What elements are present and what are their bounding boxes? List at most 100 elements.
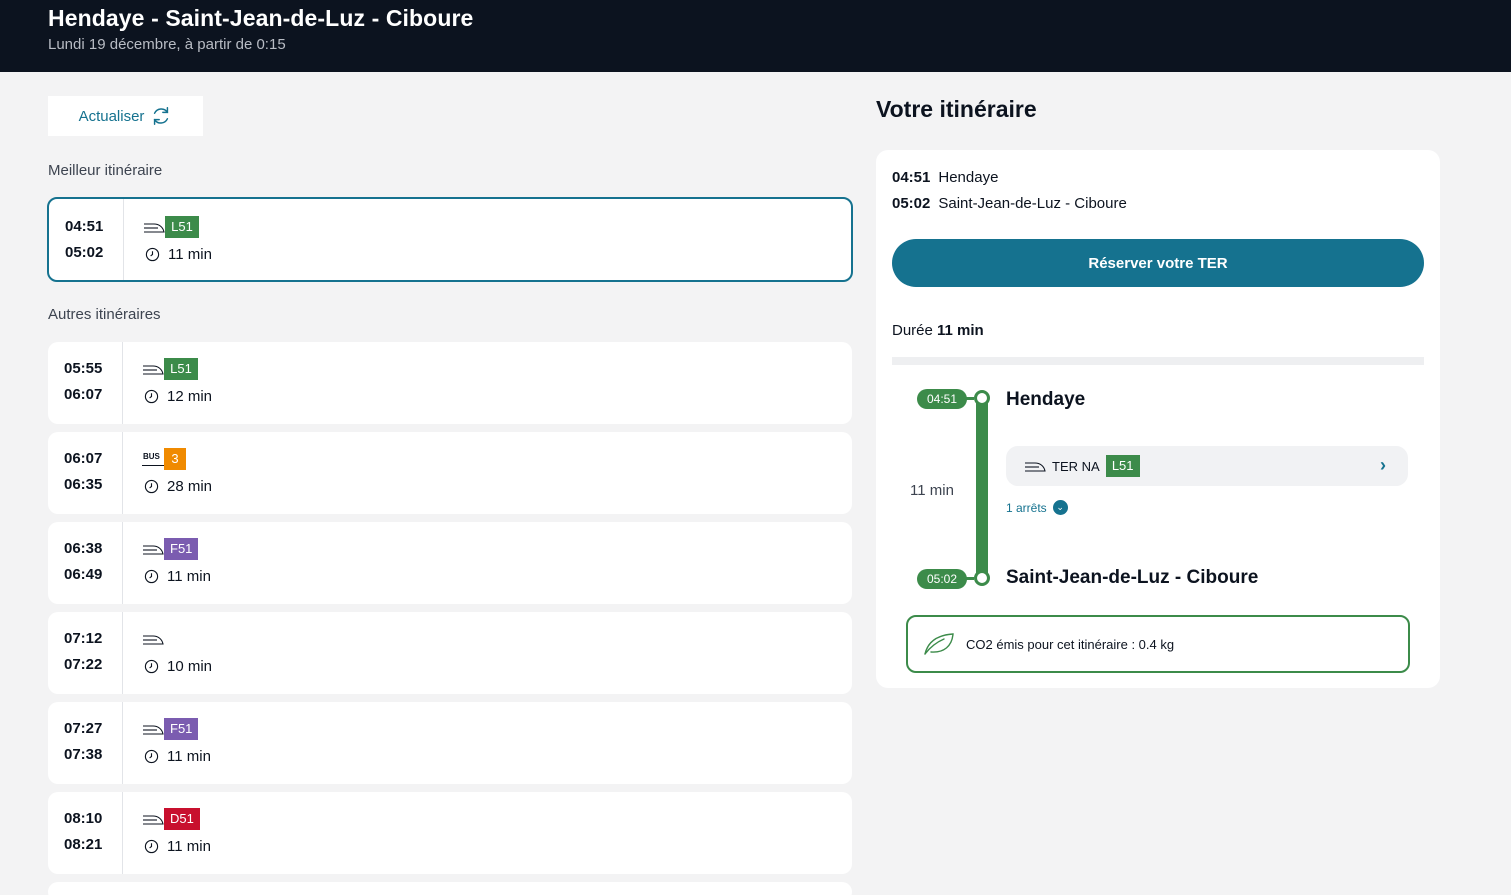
train-icon [143, 635, 164, 645]
train-icon [144, 223, 165, 233]
clock-icon [144, 569, 159, 584]
arrival-time: 06:49 [64, 566, 103, 583]
leaf-icon [924, 633, 954, 655]
train-icon [1025, 462, 1046, 472]
itinerary-times: 07:27 07:38 [48, 702, 123, 784]
itinerary-duration: 12 min [144, 388, 212, 405]
timeline-arr-time: 05:02 [917, 569, 967, 589]
other-itineraries-label: Autres itinéraires [48, 306, 161, 323]
co2-info: CO2 émis pour cet itinéraire : 0.4 kg [906, 615, 1410, 673]
itinerary-card[interactable]: 08:10 08:21 D51 11 min [48, 792, 852, 874]
divider [892, 357, 1424, 365]
page-title: Hendaye - Saint-Jean-de-Luz - Ciboure [48, 5, 474, 31]
duration-value: 11 min [937, 322, 984, 339]
page-subtitle: Lundi 19 décembre, à partir de 0:15 [48, 36, 286, 53]
line-badge: L51 [164, 358, 198, 380]
stops-label: 1 arrêts [1006, 500, 1047, 515]
arrival-time: 06:35 [64, 476, 103, 493]
itinerary-duration: 11 min [144, 748, 211, 765]
itinerary-card[interactable]: 05:55 06:07 L51 12 min [48, 342, 852, 424]
summary-departure: 04:51 Hendaye [892, 169, 998, 186]
leg-network: TER NA [1052, 458, 1100, 474]
train-icon [143, 365, 164, 375]
departure-time: 04:51 [65, 218, 104, 235]
refresh-button[interactable]: Actualiser [48, 96, 203, 136]
summary-arr-time: 05:02 [892, 195, 931, 212]
itinerary-card[interactable]: 07:27 07:38 F51 11 min [48, 702, 852, 784]
itinerary-duration: 10 min [144, 658, 212, 675]
itinerary-times: 07:12 07:22 [48, 612, 123, 694]
duration-label: Durée [892, 322, 933, 339]
timeline-connector [966, 577, 974, 580]
itinerary-card[interactable]: 06:38 06:49 F51 11 min [48, 522, 852, 604]
line-badge: F51 [164, 718, 199, 740]
train-icon [143, 725, 164, 735]
itinerary-times: 06:38 06:49 [48, 522, 123, 604]
duration-text: 11 min [168, 246, 212, 263]
itinerary-times: 06:07 06:35 [48, 432, 123, 514]
departure-time: 07:12 [64, 630, 103, 647]
line-badge: L51 [1105, 455, 1140, 477]
book-ter-button[interactable]: Réserver votre TER [892, 239, 1424, 287]
duration-text: 28 min [167, 478, 213, 495]
itinerary-card[interactable] [48, 882, 852, 895]
timeline-dep-dot [974, 390, 990, 406]
itinerary-card-best[interactable]: 04:51 05:02 L51 11 min [47, 197, 853, 282]
line-badge: F51 [164, 538, 199, 560]
itinerary-card[interactable]: 06:07 06:35 BUS 3 28 min [48, 432, 852, 514]
itinerary-card[interactable]: 07:12 07:22 10 min [48, 612, 852, 694]
departure-time: 05:55 [64, 360, 103, 377]
bus-icon: BUS [142, 452, 164, 466]
clock-icon [144, 749, 159, 764]
arrival-time: 08:21 [64, 836, 103, 853]
line-badge: D51 [164, 808, 200, 830]
clock-icon [144, 479, 159, 494]
co2-text: CO2 émis pour cet itinéraire : 0.4 kg [966, 636, 1175, 652]
refresh-icon [154, 107, 169, 125]
duration-text: 10 min [167, 658, 213, 675]
itinerary-times: 08:10 08:21 [48, 792, 123, 874]
transport-modes: F51 [142, 538, 199, 560]
stops-toggle[interactable]: 1 arrêts ⌄ [1006, 500, 1068, 515]
leg-duration: 11 min [910, 482, 954, 499]
itinerary-duration: 11 min [145, 246, 212, 263]
clock-icon [144, 659, 159, 674]
clock-icon [144, 389, 159, 404]
clock-icon [145, 247, 160, 262]
departure-time: 06:38 [64, 540, 103, 557]
itinerary-duration: 28 min [144, 478, 212, 495]
timeline-connector [966, 397, 974, 400]
timeline-bar [976, 398, 988, 578]
timeline-arr-station: Saint-Jean-de-Luz - Ciboure [1006, 567, 1259, 588]
chevron-down-icon: ⌄ [1052, 500, 1068, 515]
train-icon [143, 545, 164, 555]
transport-modes: L51 [143, 216, 199, 238]
departure-time: 06:07 [64, 450, 103, 467]
leg-details-button[interactable]: TER NA L51 › [1006, 446, 1408, 486]
clock-icon [144, 839, 159, 854]
transport-modes [142, 628, 164, 650]
itinerary-detail-panel: 04:51 Hendaye 05:02 Saint-Jean-de-Luz - … [876, 150, 1440, 688]
itinerary-title: Votre itinéraire [876, 96, 1037, 122]
timeline-arr-dot [974, 570, 990, 586]
duration-text: 12 min [167, 388, 213, 405]
duration-text: 11 min [167, 568, 211, 585]
departure-time: 07:27 [64, 720, 103, 737]
chevron-right-icon: › [1380, 455, 1386, 475]
itinerary-times: 05:55 06:07 [48, 342, 123, 424]
summary-dep-station: Hendaye [938, 169, 999, 186]
train-icon [143, 815, 164, 825]
itinerary-duration: 11 min [144, 838, 211, 855]
timeline-dep-station: Hendaye [1006, 389, 1086, 410]
timeline-dep-time: 04:51 [917, 389, 967, 409]
summary-arrival: 05:02 Saint-Jean-de-Luz - Ciboure [892, 195, 1127, 212]
best-itinerary-label: Meilleur itinéraire [48, 162, 163, 179]
duration-text: 11 min [167, 748, 211, 765]
total-duration: Durée 11 min [892, 322, 984, 339]
top-header: Hendaye - Saint-Jean-de-Luz - Ciboure Lu… [0, 0, 1511, 72]
departure-time: 08:10 [64, 810, 103, 827]
transport-modes: L51 [142, 358, 198, 380]
refresh-label: Actualiser [78, 107, 145, 125]
transport-modes: BUS 3 [142, 448, 186, 470]
transport-modes: F51 [142, 718, 199, 740]
